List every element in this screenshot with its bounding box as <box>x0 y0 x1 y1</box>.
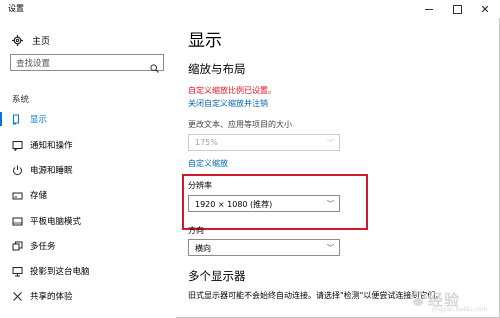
gear-icon <box>12 31 23 50</box>
page-title: 显示 <box>188 31 222 51</box>
sidebar-item-label: 电源和睡眠 <box>30 166 73 176</box>
sidebar-item-label: 投影到这台电脑 <box>30 267 90 277</box>
sidebar-item-display[interactable]: 显示 <box>0 110 176 128</box>
close-icon: ✕ <box>480 2 490 16</box>
home-label: 主页 <box>32 37 51 47</box>
sidebar-item-label: 显示 <box>30 115 48 125</box>
orientation-value: 横向 <box>195 244 211 253</box>
custom-scale-warning: 自定义缩放比例已设置。 <box>188 86 276 95</box>
chevron-down-icon: ﹀ <box>327 139 334 147</box>
power-icon <box>12 165 23 176</box>
maximize-button[interactable] <box>444 0 470 18</box>
sidebar-item-label: 平板电脑模式 <box>30 217 82 227</box>
share-icon <box>12 291 23 302</box>
search-placeholder: 查找设置 <box>16 59 51 69</box>
turn-off-custom-scale-link[interactable]: 关闭自定义缩放并注销 <box>188 98 268 109</box>
chevron-down-icon: ﹀ <box>327 244 334 252</box>
sidebar-item-label: 通知和操作 <box>30 141 73 151</box>
sidebar-item-power[interactable]: 电源和睡眠 <box>0 161 176 179</box>
sidebar-item-shared-experiences[interactable]: 共享的体验 <box>0 287 176 305</box>
text-size-label: 更改文本、应用等项目的大小 <box>188 120 292 129</box>
sidebar-item-tablet-mode[interactable]: 平板电脑模式 <box>0 212 176 230</box>
monitor-icon <box>12 114 23 125</box>
resolution-label: 分辨率 <box>188 181 212 190</box>
sidebar-item-label: 多任务 <box>30 242 56 252</box>
sidebar-item-projection[interactable]: 投影到这台电脑 <box>0 262 176 280</box>
paw-icon <box>410 291 427 306</box>
main-content: 显示 缩放与布局 自定义缩放比例已设置。 关闭自定义缩放并注销 更改文本、应用等… <box>176 18 500 318</box>
storage-icon <box>12 190 23 201</box>
maximize-icon <box>452 4 462 14</box>
notification-icon <box>12 140 23 151</box>
title-bar: 设置 ✕ <box>0 0 500 18</box>
orientation-dropdown[interactable]: 横向 ﹀ <box>188 239 340 256</box>
home-nav[interactable]: 主页 <box>12 31 50 50</box>
scale-layout-heading: 缩放与布局 <box>188 62 246 76</box>
sidebar-item-notifications[interactable]: 通知和操作 <box>0 136 176 154</box>
text-size-dropdown[interactable]: 175% ﹀ <box>188 134 340 151</box>
text-size-value: 175% <box>195 138 218 147</box>
watermark-subtext: jingyan.baidu.com <box>432 306 488 313</box>
search-input[interactable]: 查找设置 <box>10 54 164 73</box>
chevron-down-icon: ﹀ <box>327 200 334 208</box>
watermark-logo: 经验 jingyan.baidu.com <box>406 285 492 313</box>
sidebar-item-label: 存储 <box>30 191 48 201</box>
multiple-displays-heading: 多个显示器 <box>188 269 246 283</box>
window-title: 设置 <box>8 4 24 13</box>
search-icon[interactable] <box>150 58 159 77</box>
multitask-icon <box>12 241 23 252</box>
projection-icon <box>12 266 23 277</box>
minimize-icon <box>425 8 433 10</box>
sidebar-item-storage[interactable]: 存储 <box>0 186 176 204</box>
resolution-value: 1920 × 1080 (推荐) <box>195 200 273 209</box>
custom-scaling-link[interactable]: 自定义缩放 <box>188 158 228 169</box>
sidebar-item-multitasking[interactable]: 多任务 <box>0 237 176 255</box>
orientation-label: 方向 <box>188 226 204 235</box>
section-label-system: 系统 <box>12 95 30 105</box>
sidebar-item-label: 共享的体验 <box>30 292 73 302</box>
tablet-icon <box>12 216 23 227</box>
sidebar: 主页 查找设置 系统 显示 通知和操作 电源和睡眠 存储 平板电脑模式 多任务 … <box>0 18 176 318</box>
resolution-dropdown[interactable]: 1920 × 1080 (推荐) ﹀ <box>188 195 340 212</box>
close-button[interactable]: ✕ <box>472 0 498 18</box>
minimize-button[interactable] <box>416 0 442 18</box>
